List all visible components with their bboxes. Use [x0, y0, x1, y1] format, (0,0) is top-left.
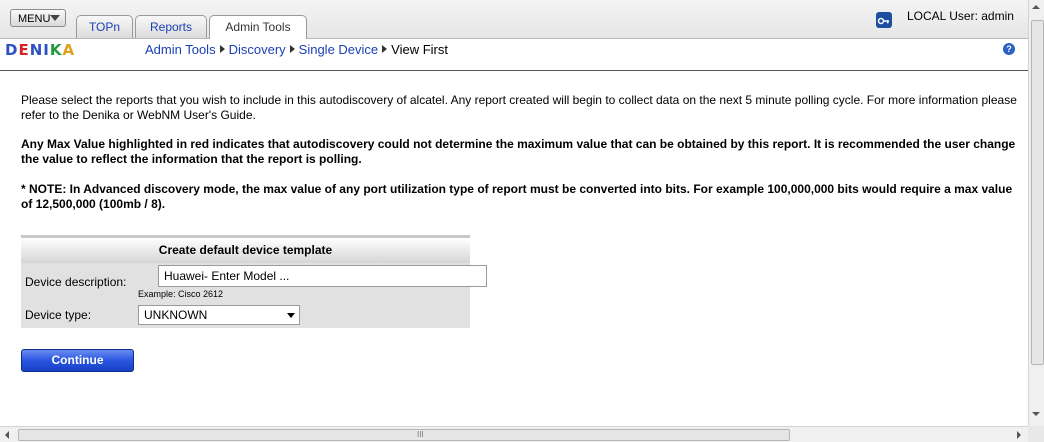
breadcrumb-discovery[interactable]: Discovery [229, 42, 286, 57]
scroll-down-icon[interactable] [1032, 412, 1040, 416]
chevron-down-icon [50, 15, 60, 21]
tab-topn[interactable]: TOPn [76, 15, 133, 38]
panel-title: Create default device template [21, 235, 470, 263]
device-template-panel: Create default device template Device de… [21, 235, 487, 328]
logo-letter: N [29, 41, 44, 59]
horizontal-scroll-thumb[interactable]: III [18, 429, 790, 441]
horizontal-scrollbar[interactable]: III [0, 426, 1028, 442]
device-type-label: Device type: [25, 308, 92, 322]
advanced-mode-note: * NOTE: In Advanced discovery mode, the … [21, 182, 1013, 211]
logo-letter: K [49, 41, 63, 59]
menu-button-label: MENU [18, 13, 51, 25]
scroll-up-icon[interactable] [1032, 5, 1040, 9]
vertical-scroll-thumb[interactable] [1031, 20, 1044, 365]
logo-letter: I [43, 41, 50, 59]
description-example: Example: Cisco 2612 [138, 289, 224, 299]
menu-button[interactable]: MENU [10, 9, 66, 27]
tab-admin-tools-label: Admin Tools [225, 20, 291, 34]
chevron-down-icon [287, 313, 295, 318]
tab-reports-label: Reports [149, 20, 193, 34]
logo-letter: E [18, 41, 30, 59]
help-icon[interactable]: ? [1003, 43, 1015, 55]
breadcrumb: Admin Tools Discovery Single Device View Fi… [145, 42, 448, 57]
device-type-select[interactable]: UNKNOWN [138, 305, 300, 325]
lock-icon[interactable] [876, 12, 892, 28]
logo-letter: A [62, 41, 76, 59]
scroll-right-icon[interactable] [1017, 431, 1021, 439]
intro-text: Please select the reports that you wish … [21, 93, 1017, 122]
breadcrumb-arrow-icon [219, 45, 225, 53]
scrollbar-corner [1028, 426, 1044, 442]
device-description-input[interactable] [158, 265, 487, 287]
tab-reports[interactable]: Reports [135, 15, 207, 38]
logo-letter: D [5, 41, 19, 59]
denika-logo: DENIKA [5, 41, 75, 59]
max-value-warning: Any Max Value highlighted in red indicat… [21, 137, 1016, 166]
top-bar: MENU TOPn Reports Admin Tools LOCAL User… [0, 0, 1028, 39]
breadcrumb-single-device[interactable]: Single Device [299, 42, 379, 57]
breadcrumb-arrow-icon [289, 45, 295, 53]
tab-admin-tools[interactable]: Admin Tools [209, 15, 307, 39]
breadcrumb-admin-tools[interactable]: Admin Tools [145, 42, 216, 57]
continue-button[interactable]: Continue [21, 349, 134, 372]
device-description-label: Device description: [25, 275, 127, 289]
scroll-left-icon[interactable] [5, 431, 9, 439]
breadcrumb-current: View First [391, 42, 448, 57]
tab-topn-label: TOPn [88, 20, 121, 34]
vertical-scrollbar[interactable] [1028, 0, 1044, 426]
scroll-grip: III [417, 430, 424, 439]
breadcrumb-arrow-icon [382, 45, 388, 53]
divider [0, 70, 1028, 71]
user-label: LOCAL User: admin [907, 9, 1014, 23]
device-type-value: UNKNOWN [144, 308, 208, 322]
